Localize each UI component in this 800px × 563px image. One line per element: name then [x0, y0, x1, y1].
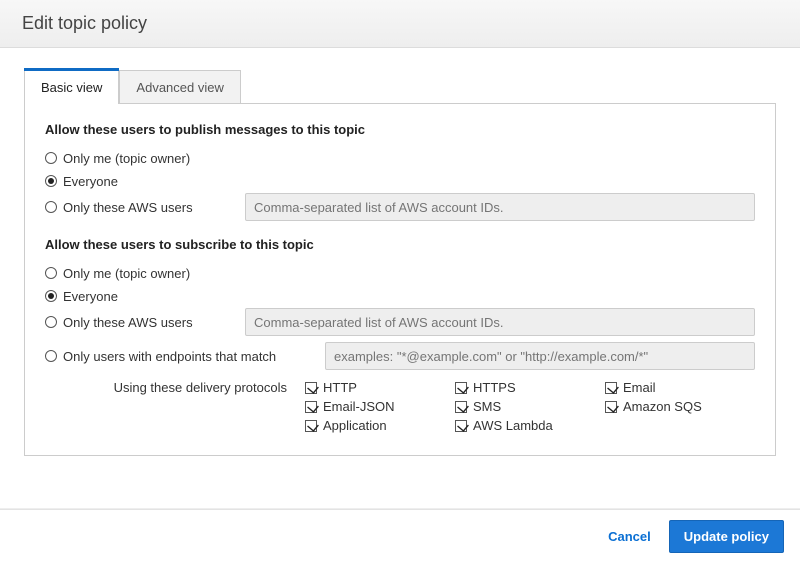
publish-aws-users-row: Only these AWS users [45, 193, 755, 221]
publish-aws-users-label: Only these AWS users [63, 200, 193, 215]
cancel-button[interactable]: Cancel [608, 529, 651, 544]
tab-basic-view-label: Basic view [41, 80, 102, 95]
subscribe-endpoints-radio[interactable] [45, 350, 57, 362]
tab-basic-view[interactable]: Basic view [24, 70, 119, 103]
publish-everyone-label: Everyone [63, 174, 118, 189]
publish-aws-users-radio[interactable] [45, 201, 57, 213]
protocol-email: Email [605, 380, 755, 395]
publish-only-me-radio[interactable] [45, 152, 57, 164]
protocol-http-checkbox[interactable] [305, 382, 317, 394]
protocol-sqs-checkbox[interactable] [605, 401, 617, 413]
subscribe-only-me-row: Only me (topic owner) [45, 262, 755, 284]
protocol-https: HTTPS [455, 380, 605, 395]
protocols-row: Using these delivery protocols HTTP HTTP… [45, 380, 755, 433]
protocol-application-label: Application [323, 418, 387, 433]
protocol-email-json: Email-JSON [305, 399, 455, 414]
protocol-lambda: AWS Lambda [455, 418, 605, 433]
tabs: Basic view Advanced view [24, 70, 776, 103]
content-area: Basic view Advanced view Allow these use… [0, 48, 800, 456]
protocol-https-checkbox[interactable] [455, 382, 467, 394]
protocol-lambda-checkbox[interactable] [455, 420, 467, 432]
subscribe-everyone-radio[interactable] [45, 290, 57, 302]
protocol-application: Application [305, 418, 455, 433]
protocol-email-json-label: Email-JSON [323, 399, 395, 414]
panel-basic: Allow these users to publish messages to… [24, 103, 776, 456]
subscribe-aws-users-row: Only these AWS users [45, 308, 755, 336]
subscribe-everyone-row: Everyone [45, 285, 755, 307]
publish-everyone-row: Everyone [45, 170, 755, 192]
subscribe-aws-users-input[interactable] [245, 308, 755, 336]
publish-only-me-row: Only me (topic owner) [45, 147, 755, 169]
protocol-email-json-checkbox[interactable] [305, 401, 317, 413]
subscribe-endpoints-row: Only users with endpoints that match [45, 342, 755, 370]
publish-section-title: Allow these users to publish messages to… [45, 122, 755, 137]
publish-everyone-radio[interactable] [45, 175, 57, 187]
protocol-sms: SMS [455, 399, 605, 414]
protocol-sqs: Amazon SQS [605, 399, 755, 414]
publish-only-me-label: Only me (topic owner) [63, 151, 190, 166]
subscribe-aws-users-radio[interactable] [45, 316, 57, 328]
protocols-label: Using these delivery protocols [45, 380, 305, 433]
protocol-email-label: Email [623, 380, 656, 395]
publish-aws-users-input[interactable] [245, 193, 755, 221]
subscribe-section-title: Allow these users to subscribe to this t… [45, 237, 755, 252]
protocol-sqs-label: Amazon SQS [623, 399, 702, 414]
update-policy-button[interactable]: Update policy [669, 520, 784, 553]
protocol-http: HTTP [305, 380, 455, 395]
protocols-grid: HTTP HTTPS Email Email-JSON [305, 380, 755, 433]
page-title: Edit topic policy [0, 0, 800, 48]
publish-section: Allow these users to publish messages to… [45, 122, 755, 221]
protocol-lambda-label: AWS Lambda [473, 418, 553, 433]
protocol-https-label: HTTPS [473, 380, 516, 395]
protocol-http-label: HTTP [323, 380, 357, 395]
protocol-sms-checkbox[interactable] [455, 401, 467, 413]
subscribe-endpoints-input[interactable] [325, 342, 755, 370]
subscribe-aws-users-label: Only these AWS users [63, 315, 193, 330]
tab-advanced-view-label: Advanced view [136, 80, 223, 95]
footer: Cancel Update policy [0, 509, 800, 563]
tab-advanced-view[interactable]: Advanced view [119, 70, 240, 103]
subscribe-everyone-label: Everyone [63, 289, 118, 304]
protocol-application-checkbox[interactable] [305, 420, 317, 432]
subscribe-only-me-label: Only me (topic owner) [63, 266, 190, 281]
subscribe-section: Allow these users to subscribe to this t… [45, 237, 755, 433]
subscribe-endpoints-label: Only users with endpoints that match [63, 349, 276, 364]
page-title-text: Edit topic policy [22, 13, 147, 34]
protocol-email-checkbox[interactable] [605, 382, 617, 394]
protocol-sms-label: SMS [473, 399, 501, 414]
subscribe-only-me-radio[interactable] [45, 267, 57, 279]
